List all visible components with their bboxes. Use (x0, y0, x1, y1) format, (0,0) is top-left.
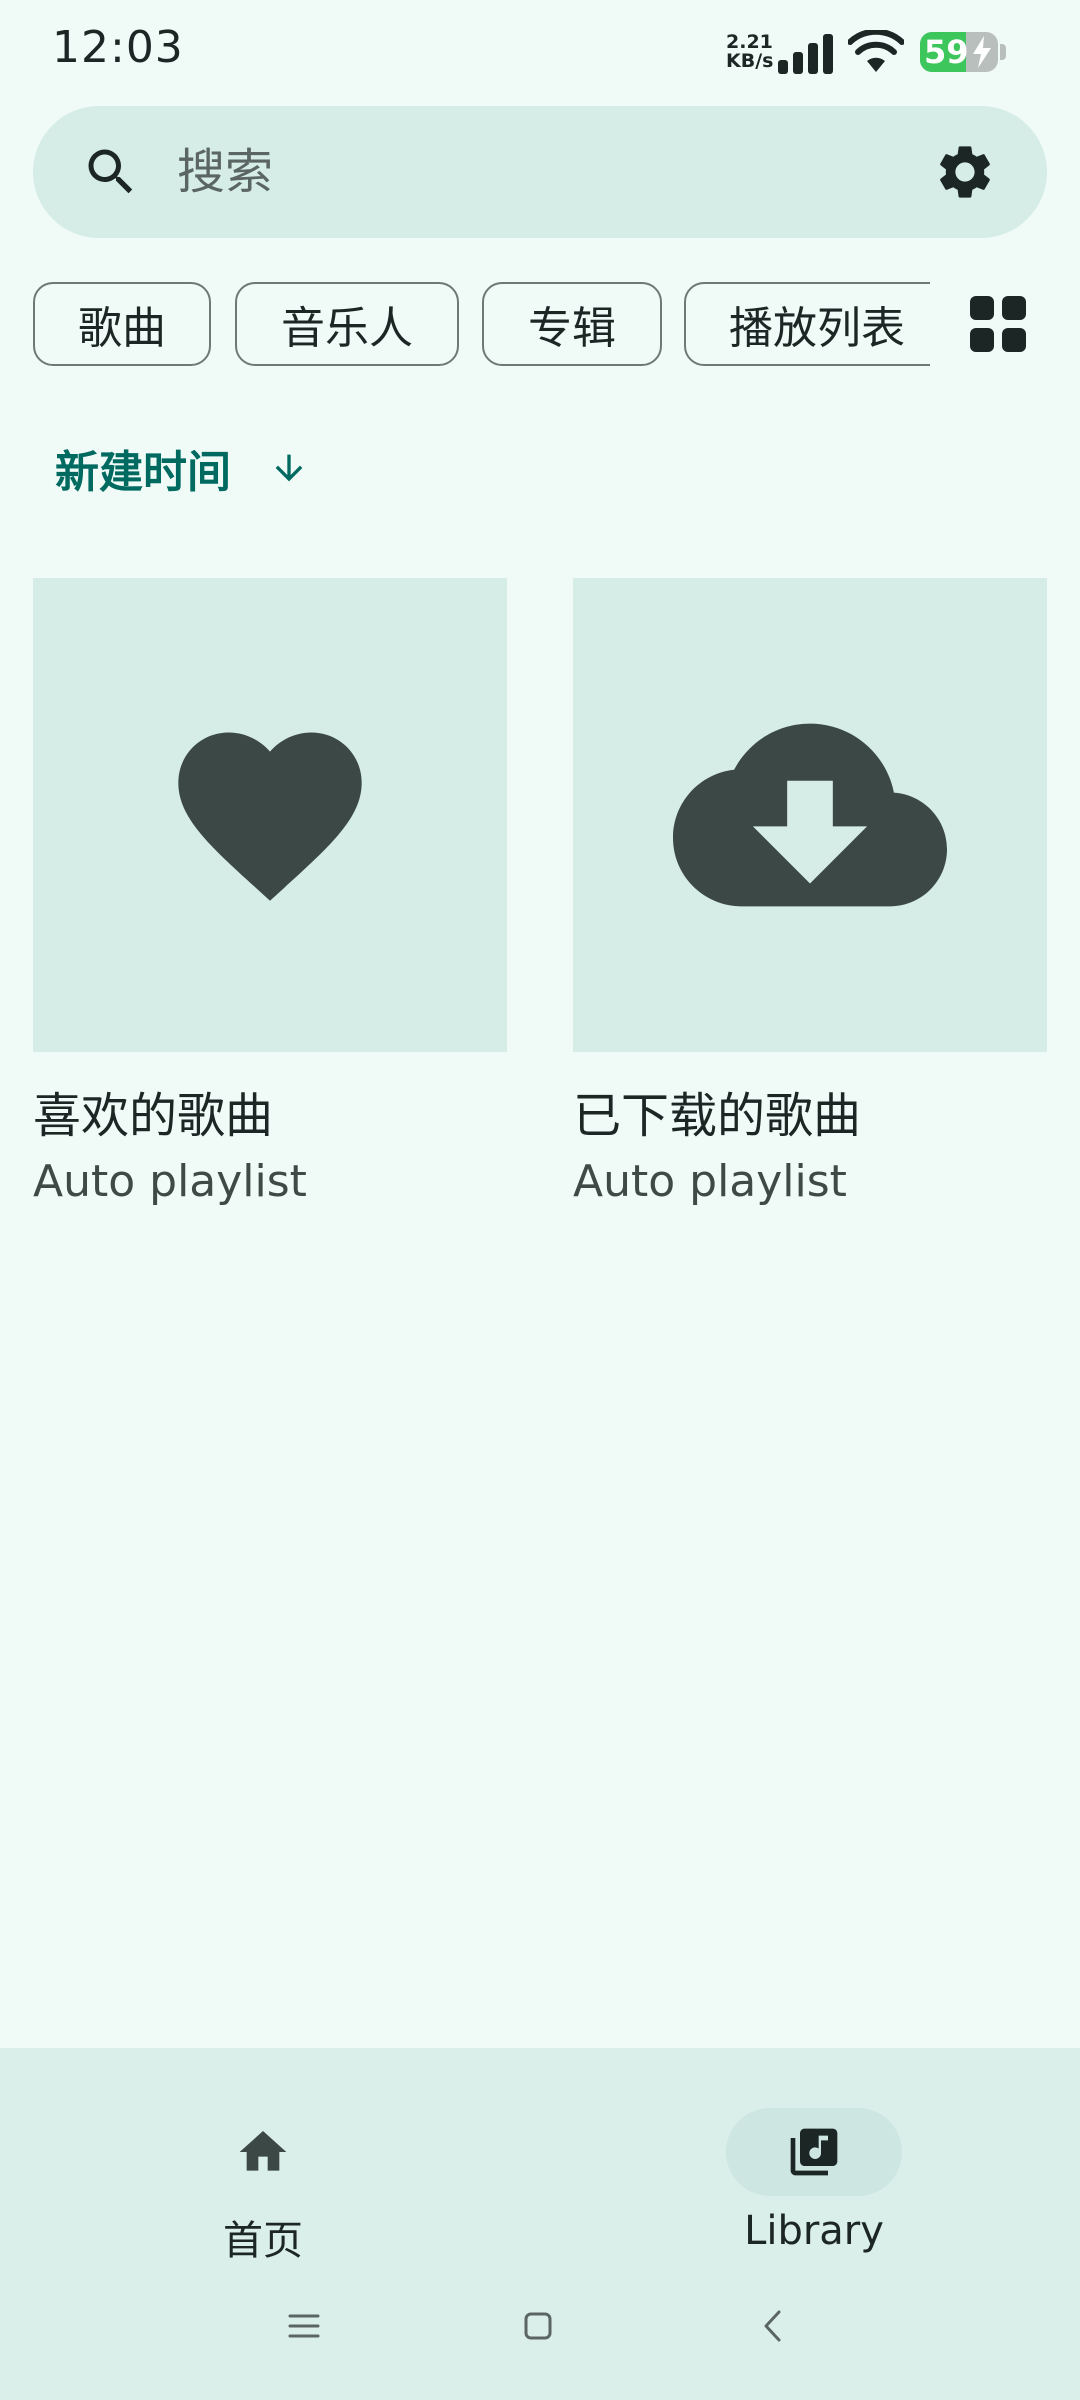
chip-albums[interactable]: 专辑 (482, 282, 662, 366)
arrow-down-icon[interactable] (269, 448, 309, 488)
search-input[interactable] (177, 136, 877, 208)
playlist-title: 已下载的歌曲 (573, 1088, 862, 1144)
playlist-card-downloaded[interactable]: 已下载的歌曲 Auto playlist (573, 578, 1047, 1207)
signal-icon (778, 34, 833, 74)
library-music-icon[interactable] (786, 2124, 842, 2180)
chip-artists[interactable]: 音乐人 (235, 282, 459, 366)
chip-songs[interactable]: 歌曲 (33, 282, 211, 366)
chip-playlists[interactable]: 播放列表 (684, 282, 930, 366)
search-icon[interactable] (81, 142, 141, 202)
filter-chip-scroll[interactable]: 歌曲 音乐人 专辑 播放列表 (33, 282, 930, 370)
sort-label[interactable]: 新建时间 (55, 436, 231, 500)
nav-item-home[interactable]: 首页 (133, 2078, 393, 2264)
playlist-subtitle: Auto playlist (573, 1156, 847, 1207)
playlist-thumbnail[interactable] (573, 578, 1047, 1052)
recents-menu-icon[interactable] (284, 2306, 324, 2346)
settings-gear-icon[interactable] (933, 140, 997, 204)
network-speed-unit: KB/s (726, 50, 774, 72)
cloud-download-icon (673, 723, 947, 907)
playlist-title: 喜欢的歌曲 (33, 1088, 274, 1144)
home-square-icon[interactable] (518, 2306, 558, 2346)
filter-chip-row: 歌曲 音乐人 专辑 播放列表 (0, 282, 1080, 370)
nav-item-library[interactable]: Library (684, 2078, 944, 2254)
system-navigation-bar (0, 2290, 1080, 2370)
battery-level: 59 (924, 33, 969, 71)
charging-bolt-icon (973, 36, 991, 68)
grid-view-icon[interactable] (970, 296, 1026, 352)
battery-icon: 59 (920, 32, 1006, 74)
heart-icon (178, 732, 362, 901)
network-speed: 2.21 KB/s (726, 33, 773, 71)
search-bar[interactable] (33, 106, 1047, 238)
sort-selector[interactable]: 新建时间 (55, 438, 309, 498)
playlist-subtitle: Auto playlist (33, 1156, 307, 1207)
wifi-icon (848, 30, 904, 72)
nav-label-home[interactable]: 首页 (133, 2208, 393, 2266)
back-chevron-icon[interactable] (754, 2306, 794, 2346)
status-bar: 12:03 2.21 KB/s 59 (0, 0, 1080, 100)
nav-label-library[interactable]: Library (684, 2208, 944, 2254)
status-time: 12:03 (52, 22, 184, 73)
home-icon[interactable] (235, 2124, 291, 2180)
playlist-thumbnail[interactable] (33, 578, 507, 1052)
playlist-card-liked[interactable]: 喜欢的歌曲 Auto playlist (33, 578, 507, 1207)
